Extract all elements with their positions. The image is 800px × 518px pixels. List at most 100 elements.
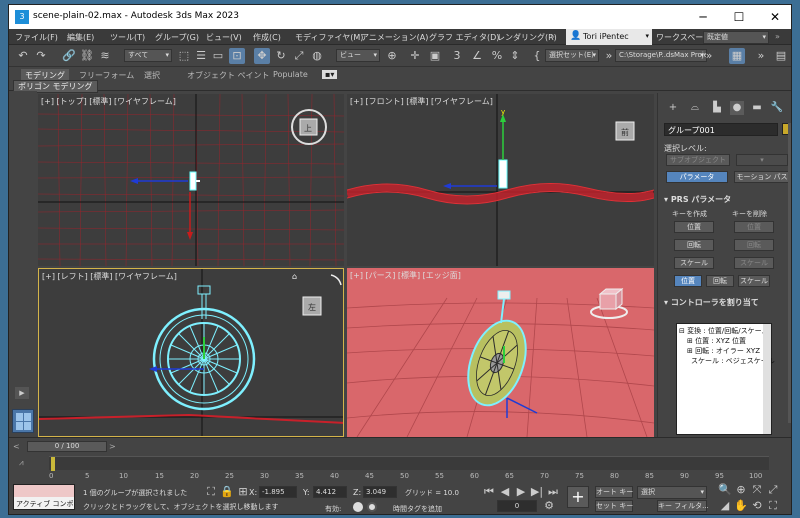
auto-key-button[interactable]: オート キー — [595, 486, 633, 498]
modify-tab-icon[interactable]: ⌓ — [688, 101, 702, 115]
menu-rendering[interactable]: レンダリング(R) — [497, 32, 557, 43]
maximize-button[interactable]: ☐ — [721, 5, 757, 29]
select-rotate-icon[interactable]: ↻ — [273, 48, 289, 64]
controller-tree[interactable]: ⊟ 変換 : 位置/回転/スケール ⊞ 位置 : XYZ 位置 ⊞ 回転 : オ… — [676, 323, 775, 435]
set-key-button[interactable]: セット キー — [595, 500, 633, 512]
track-bar[interactable] — [49, 456, 769, 471]
curve-editor-icon[interactable]: ⩘ — [19, 458, 33, 470]
selected-keys-dropdown[interactable]: 選択 — [637, 486, 707, 499]
create-key-rotation-button[interactable]: 回転 — [674, 239, 714, 251]
tree-scrollbar[interactable] — [763, 324, 771, 434]
select-move-icon[interactable]: ✥ — [254, 48, 270, 64]
project-path-dropdown[interactable]: C:\Storage\P..dsMax Project — [615, 49, 707, 62]
sub-object-dropdown[interactable]: ▾ — [736, 154, 788, 166]
viewport-layout-icon[interactable] — [12, 409, 34, 433]
maxscript-listener[interactable]: アクティブ コンポ — [13, 484, 75, 510]
pan-icon[interactable]: ✋ — [733, 498, 749, 514]
menu-animation[interactable]: アニメーション(A) — [361, 32, 428, 43]
object-name-field[interactable]: グループ001 — [664, 123, 778, 136]
time-tag-icon[interactable] — [367, 502, 377, 512]
motion-tab-icon[interactable]: ● — [730, 101, 744, 115]
select-scale-icon[interactable]: ⤢ — [291, 48, 307, 64]
manipulate-icon[interactable]: ✛ — [407, 48, 423, 64]
keyboard-shortcut-icon[interactable]: ▣ — [427, 48, 443, 64]
delete-key-scale-button[interactable]: スケール — [734, 257, 774, 269]
motion-path-button[interactable]: モーション パス — [734, 171, 790, 183]
viewport-front-label[interactable]: [+] [フロント] [標準] [ワイヤフレーム] — [350, 96, 493, 107]
utilities-tab-icon[interactable]: 🔧 — [770, 101, 784, 115]
viewport-left[interactable]: [+] [レフト] [標準] [ワイヤフレーム] 左 ⌂ — [38, 268, 344, 437]
adaptive-degradation-icon[interactable] — [353, 502, 363, 512]
tab-populate[interactable]: Populate — [273, 70, 308, 79]
tree-item-rotation[interactable]: ⊞ 回転 : オイラー XYZ — [687, 346, 760, 356]
viewport-front[interactable]: [+] [フロント] [標準] [ワイヤフレーム] y 前 — [347, 94, 654, 266]
zoom-extents-icon[interactable]: ⤧ — [749, 482, 765, 498]
render-setup-icon[interactable]: ▦ — [729, 48, 745, 64]
play-icon[interactable]: ▶ — [513, 484, 529, 500]
viewport-top[interactable]: [+] [トップ] [標準] [ワイヤフレーム] 上 — [38, 94, 344, 266]
reference-coord-dropdown[interactable]: ビュー — [336, 49, 380, 62]
toolbar-overflow-icon[interactable]: » — [753, 48, 769, 64]
add-time-tag[interactable]: 時間タグを追加 — [393, 504, 442, 514]
ribbon-toggle-icon[interactable]: ▪▾ — [322, 70, 338, 79]
selection-filter-dropdown[interactable]: すべて — [124, 49, 172, 62]
orbit-icon[interactable]: ⟲ — [749, 498, 765, 514]
pivot-center-icon[interactable]: ⊕ — [384, 48, 400, 64]
zoom-icon[interactable]: 🔍 — [717, 482, 733, 498]
rotation-mode-button[interactable]: 回転 — [706, 275, 734, 287]
menu-edit[interactable]: 編集(E) — [67, 32, 94, 43]
set-key-plus-icon[interactable]: + — [567, 486, 589, 508]
delete-key-position-button[interactable]: 位置 — [734, 221, 774, 233]
expand-arrow-icon[interactable]: ▶ — [15, 387, 29, 399]
select-by-name-icon[interactable]: ☰ — [193, 48, 209, 64]
time-config-icon[interactable]: ⚙ — [541, 498, 557, 514]
user-account[interactable]: 👤 Tori iPentec ▾ — [566, 29, 652, 45]
parameters-button[interactable]: パラメータ — [666, 171, 728, 183]
redo-icon[interactable]: ↷ — [33, 48, 49, 64]
zoom-all-icon[interactable]: ⊕ — [733, 482, 749, 498]
workspace-dropdown[interactable]: 既定値 — [703, 31, 769, 44]
prs-rollout-title[interactable]: ▾ PRS パラメータ — [664, 194, 731, 205]
snap-toggle-icon[interactable]: 3 — [449, 48, 465, 64]
bind-spacewarp-icon[interactable]: ≋ — [97, 48, 113, 64]
y-coordinate-field[interactable]: 4.412 — [313, 486, 347, 498]
edit-named-sel-icon[interactable]: { — [529, 48, 545, 64]
x-coordinate-field[interactable]: -1.895 — [259, 486, 297, 498]
current-frame-marker[interactable] — [51, 457, 55, 471]
toolbar-overflow-icon[interactable]: » — [701, 48, 717, 64]
create-tab-icon[interactable]: + — [666, 101, 680, 115]
z-coordinate-field[interactable]: 3.049 — [363, 486, 397, 498]
minimize-button[interactable]: ─ — [685, 5, 721, 29]
isolate-selection-icon[interactable]: ⛶ — [203, 484, 219, 500]
viewcube-top-face[interactable]: 上 — [304, 124, 312, 133]
time-slider[interactable]: 0 / 100 — [27, 441, 107, 452]
menu-tools[interactable]: ツール(T) — [110, 32, 145, 43]
time-slider-right-icon[interactable]: > — [109, 442, 117, 452]
unlink-icon[interactable]: ⛓ — [79, 48, 95, 64]
viewcube-left-face[interactable]: 左 — [308, 302, 316, 312]
percent-snap-icon[interactable]: % — [489, 48, 505, 64]
undo-icon[interactable]: ↶ — [15, 48, 31, 64]
menu-overflow-icon[interactable]: » — [775, 32, 780, 41]
create-key-position-button[interactable]: 位置 — [674, 221, 714, 233]
viewport-perspective[interactable]: [+] [パース] [標準] [エッジ面] — [347, 268, 654, 437]
link-icon[interactable]: 🔗 — [61, 48, 77, 64]
menu-modifiers[interactable]: モディファイヤ(M) — [295, 32, 363, 43]
viewport-persp-label[interactable]: [+] [パース] [標準] [エッジ面] — [350, 270, 461, 281]
display-tab-icon[interactable]: ▬ — [750, 101, 764, 115]
tab-object-paint[interactable]: オブジェクト ペイント — [187, 70, 270, 81]
placement-icon[interactable]: ◍ — [309, 48, 325, 64]
hierarchy-tab-icon[interactable]: ▙ — [710, 101, 724, 115]
lock-selection-icon[interactable]: 🔒 — [219, 484, 235, 500]
menu-group[interactable]: グループ(G) — [155, 32, 199, 43]
select-object-icon[interactable]: ⬚ — [176, 48, 192, 64]
tab-selection[interactable]: 選択 — [144, 70, 160, 81]
menu-file[interactable]: ファイル(F) — [15, 32, 58, 43]
scale-mode-button[interactable]: スケール — [738, 275, 770, 287]
named-selection-dropdown[interactable]: 選択セット(E) — [545, 49, 599, 62]
close-button[interactable]: ✕ — [757, 5, 791, 29]
current-frame-field[interactable]: 0 — [497, 500, 537, 512]
window-crossing-icon[interactable]: ⊡ — [229, 48, 245, 64]
viewcube-front-face[interactable]: 前 — [621, 127, 629, 137]
rect-selection-icon[interactable]: ▭ — [210, 48, 226, 64]
